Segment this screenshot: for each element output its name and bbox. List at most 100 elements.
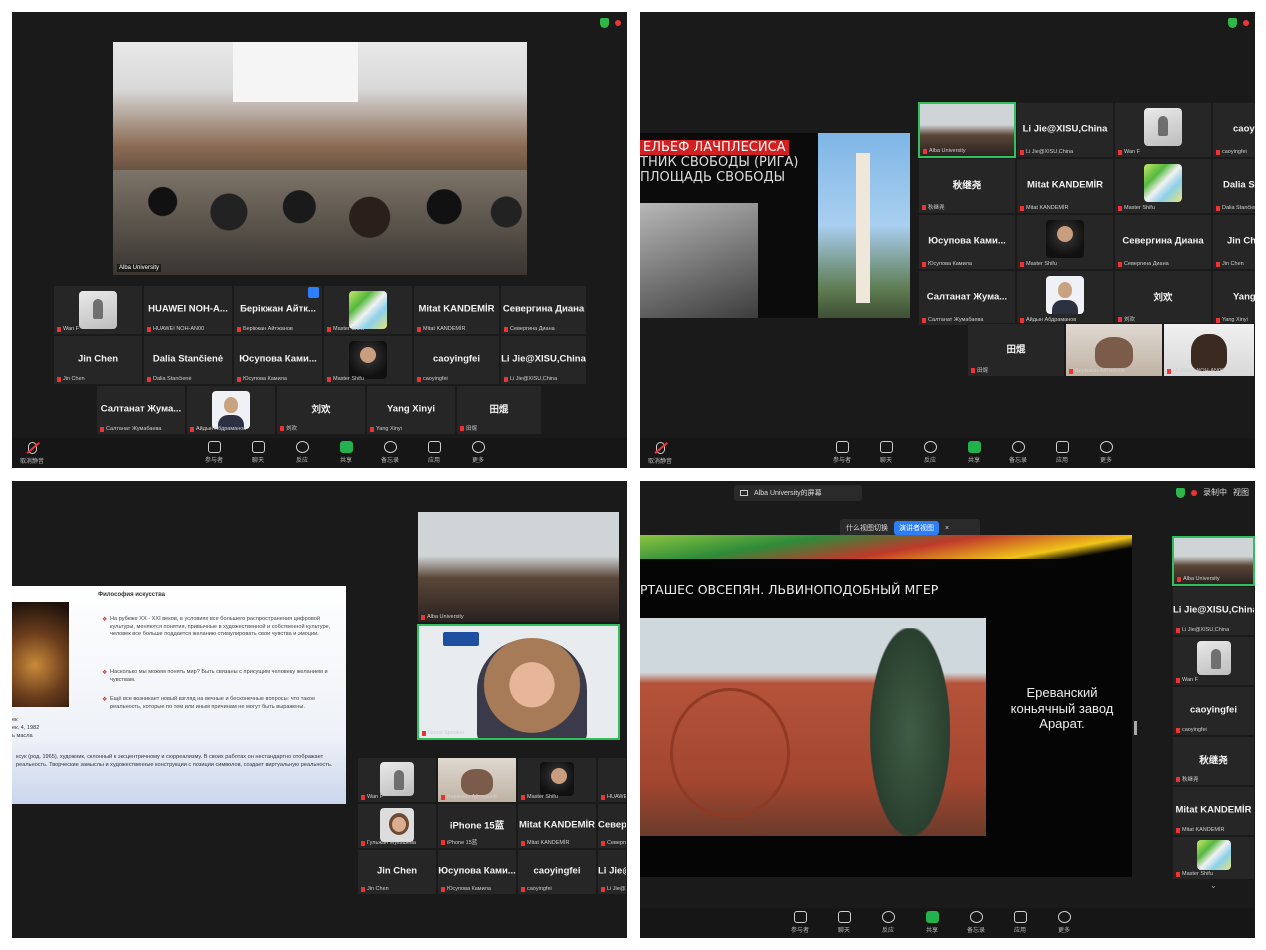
participants-button[interactable]: 参与者: [202, 441, 226, 464]
participant-tile[interactable]: HUAWEI NOH-AN00: [1163, 323, 1255, 377]
participant-tile[interactable]: 田焜 田焜: [967, 323, 1065, 377]
participant-tile[interactable]: Li Jie@XISU,China Li Jie@XISU,China: [500, 335, 587, 385]
participant-tag: 刘欢: [1118, 315, 1135, 323]
heart-icon: [295, 441, 309, 453]
chat-icon: [251, 441, 265, 453]
chat-button[interactable]: 聊天: [246, 441, 270, 464]
participant-tile[interactable]: Yang Xinyi Yang Xinyi: [1212, 270, 1255, 326]
participant-tile[interactable]: Jin Chen Jin Chen: [357, 849, 437, 895]
participant-tile[interactable]: 刘欢 刘欢: [1114, 270, 1212, 326]
shared-slide: ек ек, 4, 1982 ь масла Философия искусст…: [12, 586, 346, 804]
share-button[interactable]: 共享: [962, 441, 986, 464]
participant-tag: Jin Chen: [1216, 261, 1244, 267]
participants-button[interactable]: 参与者: [830, 441, 854, 464]
participant-tile[interactable]: Mitat KANDEMİR Mitat KANDEMİR: [517, 803, 597, 849]
apps-button[interactable]: 应用: [422, 441, 446, 464]
participant-tile[interactable]: Yang Xinyi Yang Xinyi: [366, 385, 456, 435]
more-button[interactable]: 更多: [1094, 441, 1118, 464]
participant-tile[interactable]: caoyingfei caoyingfei: [1212, 102, 1255, 158]
more-button[interactable]: 更多: [1052, 911, 1076, 934]
participant-name: Юсупова Ками...: [438, 865, 516, 877]
slide-title: РТАШЕС ОВСЕПЯН. ЛЬВИНОПОДОБНЫЙ МГЕР: [640, 582, 939, 597]
participant-tile[interactable]: Севергина Диана Севергина Диана: [597, 803, 627, 849]
react-button[interactable]: 反应: [290, 441, 314, 464]
participant-tile[interactable]: 田焜 田焜: [456, 385, 542, 435]
splitter-handle[interactable]: [1134, 721, 1137, 735]
participant-tile[interactable]: Dalia Stančienė Dalia Stančienė: [143, 335, 233, 385]
participant-tile[interactable]: Jin Chen Jin Chen: [53, 335, 143, 385]
participant-tile[interactable]: Dalia Stančienė Dalia Stančienė: [1212, 158, 1255, 214]
participant-tile[interactable]: Mitat KANDEMİR Mitat KANDEMİR: [1016, 158, 1114, 214]
participant-tile[interactable]: 秋继尧 秋继尧: [918, 158, 1016, 214]
participant-tile[interactable]: Mitat KANDEMİR Mitat KANDEMİR: [1172, 786, 1255, 836]
unmute-button[interactable]: 取消静音: [20, 442, 44, 465]
participant-tile[interactable]: caoyingfei caoyingfei: [517, 849, 597, 895]
speaker-view-button[interactable]: 演讲者视图: [894, 521, 939, 535]
participant-tile[interactable]: caoyingfei caoyingfei: [413, 335, 500, 385]
participant-tag: Берiкжан Айтжанов: [441, 794, 497, 800]
close-icon[interactable]: ×: [945, 525, 949, 532]
participant-tile[interactable]: Юсупова Ками... Юсупова Камила: [437, 849, 517, 895]
participant-tile[interactable]: Master Shifu: [323, 285, 413, 335]
participant-tile[interactable]: Айдын Абдраманов: [1016, 270, 1114, 326]
participant-tag: Севергина Диана: [1118, 261, 1169, 267]
participant-tile[interactable]: Alba University: [1172, 536, 1255, 586]
participant-tile[interactable]: Jin Chen Jin Chen: [1212, 214, 1255, 270]
participant-tile[interactable]: 刘欢 刘欢: [276, 385, 366, 435]
participant-tile[interactable]: HUAWEI NOH-AN00: [597, 757, 627, 803]
participant-tile[interactable]: Master Shifu: [1016, 214, 1114, 270]
participant-tile[interactable]: Master Shifu: [1114, 158, 1212, 214]
active-speaker-video[interactable]: Alba University: [113, 42, 527, 275]
avatar: [1196, 840, 1231, 870]
chat-button[interactable]: 聊天: [874, 441, 898, 464]
react-button[interactable]: 反应: [876, 911, 900, 934]
share-button[interactable]: 共享: [920, 911, 944, 934]
participant-tile[interactable]: Wan F: [53, 285, 143, 335]
participant-tile[interactable]: Салтанат Жума... Салтанат Жумабаева: [918, 270, 1016, 326]
participant-tile[interactable]: Юсупова Ками... Юсупова Камила: [918, 214, 1016, 270]
notes-button[interactable]: 备忘录: [1006, 441, 1030, 464]
apps-button[interactable]: 应用: [1050, 441, 1074, 464]
participant-tile[interactable]: Master Shifu: [323, 335, 413, 385]
participant-tile[interactable]: Wan F: [357, 757, 437, 803]
participant-tile[interactable]: Гульжан Мукашева: [357, 803, 437, 849]
participant-tile[interactable]: Юсупова Ками... Юсупова Камила: [233, 335, 323, 385]
participant-tile[interactable]: Alba University: [918, 102, 1016, 158]
participant-tag: Li Jie@XISU,China: [1020, 149, 1073, 155]
participant-tile[interactable]: Севергина Диана Севергина Диана: [1114, 214, 1212, 270]
participant-tile[interactable]: HUAWEI NOH-A... HUAWEI NOH-AN00: [143, 285, 233, 335]
unmute-button[interactable]: 取消静音: [648, 442, 672, 465]
notes-button[interactable]: 备忘录: [378, 441, 402, 464]
participant-tile[interactable]: Айдын Абдраманов: [186, 385, 276, 435]
participant-tile[interactable]: caoyingfei caoyingfei: [1172, 686, 1255, 736]
avatar: [1046, 276, 1084, 314]
participant-tile[interactable]: Li Jie@XISU,China Li Jie@XISU,China: [597, 849, 627, 895]
more-button[interactable]: 更多: [466, 441, 490, 464]
participant-tile[interactable]: Севергина Диана Севергина Диана: [500, 285, 587, 335]
participant-tile[interactable]: Mitat KANDEMİR Mitat KANDEMİR: [413, 285, 500, 335]
react-button[interactable]: 反应: [918, 441, 942, 464]
share-button[interactable]: 共享: [334, 441, 358, 464]
participant-name: caoyingfei: [1190, 704, 1237, 716]
apps-icon: [427, 441, 441, 453]
participant-tile[interactable]: Wan F: [1172, 636, 1255, 686]
participant-tile[interactable]: Li Jie@XISU,China Li Jie@XISU,China: [1172, 586, 1255, 636]
participant-tile[interactable]: Li Jie@XISU,China Li Jie@XISU,China: [1016, 102, 1114, 158]
participant-tile[interactable]: Guest Speaker: [417, 624, 620, 740]
apps-button[interactable]: 应用: [1008, 911, 1032, 934]
participant-tile[interactable]: Alba University: [417, 511, 620, 623]
share-title-pill[interactable]: Alba University的屏幕: [734, 485, 862, 501]
participant-tile[interactable]: Салтанат Жума... Салтанат Жумабаева: [96, 385, 186, 435]
participant-tile[interactable]: 秋继尧 秋继尧: [1172, 736, 1255, 786]
participant-tile[interactable]: Берiкжан Айтжанов: [1065, 323, 1163, 377]
notes-button[interactable]: 备忘录: [964, 911, 988, 934]
participant-tile[interactable]: Берiкжан Айтжанов: [437, 757, 517, 803]
chevron-down-icon[interactable]: ⌄: [1210, 881, 1217, 890]
apps-icon: [1013, 911, 1027, 923]
participant-tile[interactable]: Master Shifu: [517, 757, 597, 803]
chat-button[interactable]: 聊天: [832, 911, 856, 934]
participants-button[interactable]: 参与者: [788, 911, 812, 934]
participant-tile[interactable]: iPhone 15蓝 iPhone 15蓝: [437, 803, 517, 849]
participant-tile[interactable]: Wan F: [1114, 102, 1212, 158]
participant-tile[interactable]: Master Shifu: [1172, 836, 1255, 880]
